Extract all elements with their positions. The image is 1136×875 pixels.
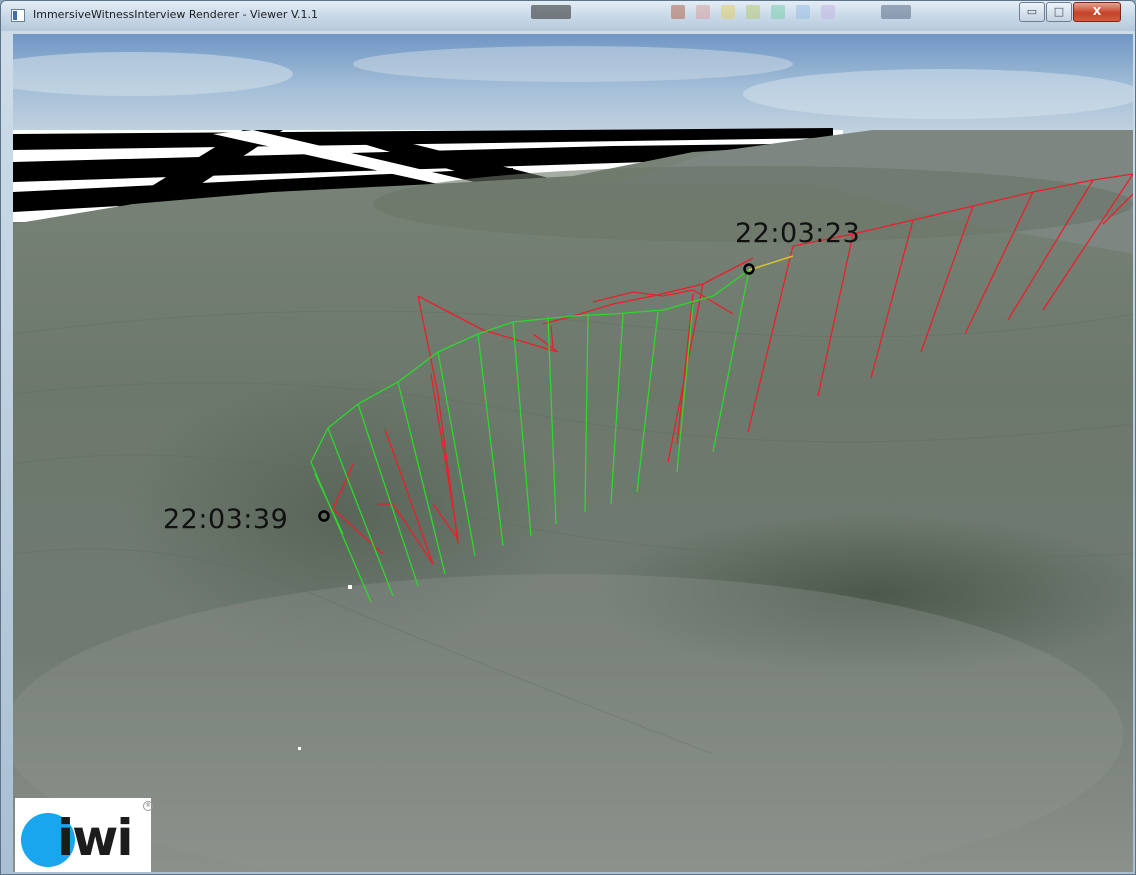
timestamp-end-label: 22:03:39 (163, 504, 289, 535)
app-icon[interactable] (11, 9, 25, 22)
title-bar[interactable]: ImmersiveWitnessInterview Renderer - Vie… (1, 1, 1135, 31)
maximize-button[interactable]: □ (1046, 2, 1072, 22)
timestamp-start-label: 22:03:23 (735, 218, 861, 249)
minimize-button[interactable]: ▭ (1019, 2, 1045, 22)
window-title: ImmersiveWitnessInterview Renderer - Vie… (33, 8, 319, 21)
terrain-scene (13, 34, 1133, 872)
iwi-logo: iwi ® (15, 798, 153, 872)
close-button[interactable]: X (1073, 2, 1121, 22)
logo-text: iwi (57, 809, 133, 867)
background-taskbar-ghost (531, 1, 931, 25)
registered-mark: ® (143, 801, 153, 811)
3d-viewport[interactable]: 22:03:23 22:03:39 iwi ® (13, 34, 1133, 872)
app-window: ImmersiveWitnessInterview Renderer - Vie… (0, 0, 1136, 875)
